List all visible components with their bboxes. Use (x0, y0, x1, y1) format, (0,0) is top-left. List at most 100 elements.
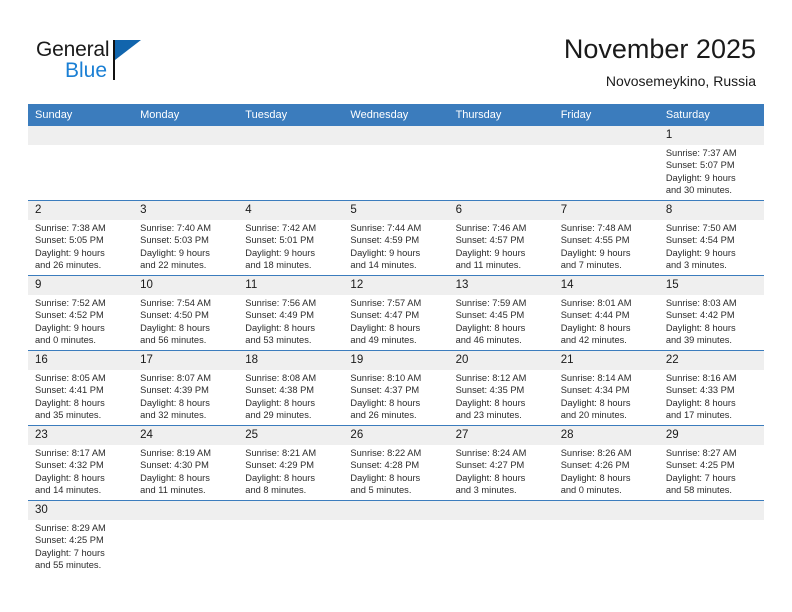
day-number-14[interactable]: 14 (554, 276, 659, 295)
day-cell-19[interactable]: Sunrise: 8:10 AM Sunset: 4:37 PM Daylight:… (343, 370, 448, 425)
day-number-1[interactable]: 1 (659, 126, 764, 145)
day-detail-line: and 3 minutes. (665, 260, 727, 271)
day-cell-27[interactable]: Sunrise: 8:24 AM Sunset: 4:27 PM Daylight:… (449, 445, 554, 500)
day-detail-line: Daylight: 8 hours (35, 397, 105, 408)
day-detail-line: Daylight: 8 hours (560, 397, 631, 408)
day-cell-30[interactable]: Sunrise: 8:29 AM Sunset: 4:25 PM Daylight:… (28, 520, 133, 582)
weekday-header-wednesday: Wednesday (350, 109, 409, 121)
calendar-page: General Blue November 2025 Novosemeykino… (0, 0, 792, 612)
day-detail-line: and 11 minutes. (455, 260, 522, 271)
day-detail-line: Sunset: 4:42 PM (665, 310, 735, 321)
day-number-15[interactable]: 15 (659, 276, 764, 295)
day-cell-21[interactable]: Sunrise: 8:14 AM Sunset: 4:34 PM Daylight:… (554, 370, 659, 425)
day-detail-line: and 0 minutes. (560, 485, 622, 496)
day-cell-26[interactable]: Sunrise: 8:22 AM Sunset: 4:28 PM Daylight:… (343, 445, 448, 500)
day-detail-line: Sunset: 5:01 PM (245, 235, 315, 246)
day-detail-line: Sunset: 4:45 PM (455, 310, 525, 321)
day-number-11[interactable]: 11 (238, 276, 343, 295)
day-detail-line: Daylight: 8 hours (140, 322, 210, 333)
day-detail-line: Sunset: 4:50 PM (140, 310, 209, 321)
general-blue-logo[interactable]: General Blue (36, 38, 236, 92)
day-detail-line: Daylight: 8 hours (245, 322, 316, 333)
day-cell-16[interactable]: Sunrise: 8:05 AM Sunset: 4:41 PM Daylight:… (28, 370, 133, 425)
day-number-19[interactable]: 19 (343, 351, 448, 370)
day-detail-line: Sunset: 4:54 PM (665, 235, 735, 246)
day-cell-10[interactable]: Sunrise: 7:54 AM Sunset: 4:50 PM Daylight:… (133, 295, 238, 350)
day-number-29[interactable]: 29 (659, 426, 764, 445)
day-cell-12[interactable]: Sunrise: 7:57 AM Sunset: 4:47 PM Daylight:… (343, 295, 448, 350)
day-cell-7[interactable]: Sunrise: 7:48 AM Sunset: 4:55 PM Daylight:… (554, 220, 659, 275)
week-detail-band: Sunrise: 8:17 AM Sunset: 4:32 PM Daylight:… (28, 445, 764, 500)
day-cell-18[interactable]: Sunrise: 8:08 AM Sunset: 4:38 PM Daylight:… (238, 370, 343, 425)
day-number-3[interactable]: 3 (133, 201, 238, 220)
day-number-2[interactable]: 2 (28, 201, 133, 220)
day-detail-line: Sunset: 4:57 PM (455, 235, 525, 246)
day-cell-14[interactable]: Sunrise: 8:01 AM Sunset: 4:44 PM Daylight:… (554, 295, 659, 350)
day-detail-line: Daylight: 8 hours (140, 472, 210, 483)
day-number-25[interactable]: 25 (238, 426, 343, 445)
day-cell-29[interactable]: Sunrise: 8:27 AM Sunset: 4:25 PM Daylight:… (659, 445, 764, 500)
day-cell-empty (343, 520, 448, 582)
day-number-9[interactable]: 9 (28, 276, 133, 295)
day-detail-line: Daylight: 8 hours (350, 472, 421, 483)
day-detail-line: Sunset: 5:07 PM (665, 160, 735, 171)
day-detail-line: Sunrise: 7:48 AM (560, 223, 632, 233)
day-number-empty (449, 501, 554, 520)
day-number-22[interactable]: 22 (659, 351, 764, 370)
day-detail-line: Daylight: 7 hours (35, 547, 105, 558)
day-detail-line: Daylight: 9 hours (140, 247, 210, 258)
day-number-21[interactable]: 21 (554, 351, 659, 370)
day-detail-line: Sunset: 4:55 PM (560, 235, 630, 246)
day-number-24[interactable]: 24 (133, 426, 238, 445)
day-number-30[interactable]: 30 (28, 501, 133, 520)
day-detail-line: and 17 minutes. (665, 410, 732, 421)
day-number-8[interactable]: 8 (659, 201, 764, 220)
day-cell-empty (554, 145, 659, 200)
day-number-5[interactable]: 5 (343, 201, 448, 220)
day-detail-line: Sunrise: 8:10 AM (350, 373, 422, 383)
day-cell-25[interactable]: Sunrise: 8:21 AM Sunset: 4:29 PM Daylight:… (238, 445, 343, 500)
logo-text-blue: Blue (65, 59, 108, 82)
day-cell-20[interactable]: Sunrise: 8:12 AM Sunset: 4:35 PM Daylight:… (449, 370, 554, 425)
day-number-18[interactable]: 18 (238, 351, 343, 370)
day-cell-2[interactable]: Sunrise: 7:38 AM Sunset: 5:05 PM Daylight:… (28, 220, 133, 275)
day-number-4[interactable]: 4 (238, 201, 343, 220)
day-number-10[interactable]: 10 (133, 276, 238, 295)
day-number-26[interactable]: 26 (343, 426, 448, 445)
week-day-number-band: 23 24 25 26 27 28 29 (28, 426, 764, 445)
day-cell-3[interactable]: Sunrise: 7:40 AM Sunset: 5:03 PM Daylight:… (133, 220, 238, 275)
day-cell-1[interactable]: Sunrise: 7:37 AM Sunset: 5:07 PM Daylight:… (659, 145, 764, 200)
day-cell-8[interactable]: Sunrise: 7:50 AM Sunset: 4:54 PM Daylight:… (659, 220, 764, 275)
day-number-17[interactable]: 17 (133, 351, 238, 370)
day-detail-line: Daylight: 9 hours (245, 247, 316, 258)
day-number-13[interactable]: 13 (449, 276, 554, 295)
day-cell-4[interactable]: Sunrise: 7:42 AM Sunset: 5:01 PM Daylight:… (238, 220, 343, 275)
day-detail-line: Sunrise: 8:21 AM (245, 448, 317, 458)
day-cell-22[interactable]: Sunrise: 8:16 AM Sunset: 4:33 PM Daylight:… (659, 370, 764, 425)
weekday-header-saturday: Saturday (665, 109, 710, 121)
day-cell-23[interactable]: Sunrise: 8:17 AM Sunset: 4:32 PM Daylight:… (28, 445, 133, 500)
day-cell-6[interactable]: Sunrise: 7:46 AM Sunset: 4:57 PM Daylight:… (449, 220, 554, 275)
day-cell-empty (133, 145, 238, 200)
day-cell-5[interactable]: Sunrise: 7:44 AM Sunset: 4:59 PM Daylight:… (343, 220, 448, 275)
day-number-27[interactable]: 27 (449, 426, 554, 445)
day-number-16[interactable]: 16 (28, 351, 133, 370)
day-cell-17[interactable]: Sunrise: 8:07 AM Sunset: 4:39 PM Daylight:… (133, 370, 238, 425)
day-number-23[interactable]: 23 (28, 426, 133, 445)
day-cell-24[interactable]: Sunrise: 8:19 AM Sunset: 4:30 PM Daylight:… (133, 445, 238, 500)
day-cell-28[interactable]: Sunrise: 8:26 AM Sunset: 4:26 PM Daylight:… (554, 445, 659, 500)
day-cell-11[interactable]: Sunrise: 7:56 AM Sunset: 4:49 PM Daylight:… (238, 295, 343, 350)
calendar-weeks: 1 Sunrise: 7:37 AM Sunset: 5:07 PM Daylight… (28, 126, 764, 582)
day-number-20[interactable]: 20 (449, 351, 554, 370)
day-number-12[interactable]: 12 (343, 276, 448, 295)
weekday-header-friday: Friday (560, 109, 592, 121)
weekday-header-row: Sunday Monday Tuesday Wednesday Thursday Frid… (28, 104, 764, 126)
day-detail-line: Sunrise: 8:08 AM (245, 373, 317, 383)
day-cell-13[interactable]: Sunrise: 7:59 AM Sunset: 4:45 PM Daylight:… (449, 295, 554, 350)
day-number-6[interactable]: 6 (449, 201, 554, 220)
day-cell-9[interactable]: Sunrise: 7:52 AM Sunset: 4:52 PM Daylight:… (28, 295, 133, 350)
day-number-28[interactable]: 28 (554, 426, 659, 445)
day-number-7[interactable]: 7 (554, 201, 659, 220)
day-detail-line: and 30 minutes. (665, 185, 732, 196)
day-cell-15[interactable]: Sunrise: 8:03 AM Sunset: 4:42 PM Daylight:… (659, 295, 764, 350)
